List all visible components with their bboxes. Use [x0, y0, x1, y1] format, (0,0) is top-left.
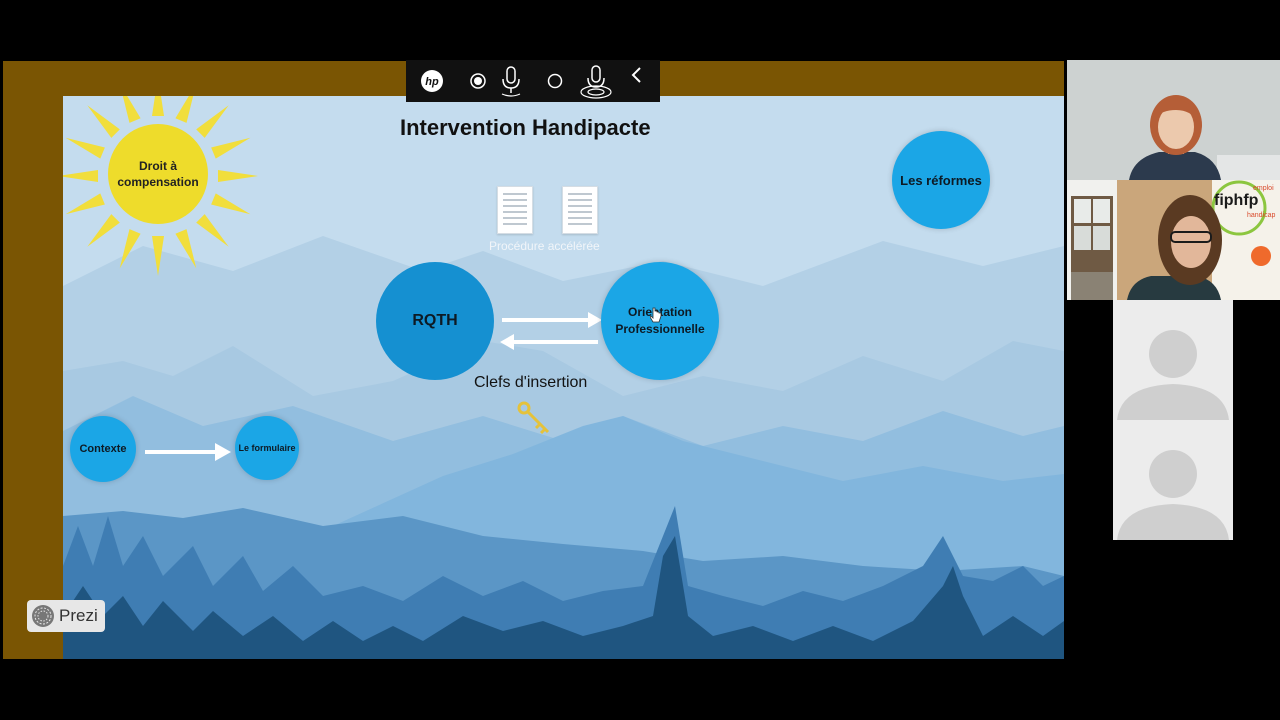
reformes-label: Les réformes: [900, 172, 982, 188]
orientation-label-line2: Professionnelle: [615, 322, 705, 336]
document-icon[interactable]: [497, 186, 533, 234]
record-dot-icon[interactable]: [466, 60, 490, 102]
fiphfp-logo-top: emploi: [1253, 185, 1274, 192]
hp-logo-icon: hp: [418, 60, 446, 102]
presentation-frame: Intervention Handipacte Droit à compensa…: [3, 61, 1064, 659]
participant-video-tile[interactable]: [1113, 300, 1233, 420]
rqth-node[interactable]: RQTH: [376, 262, 494, 380]
sun-label-line2: compensation: [117, 175, 199, 189]
right-arrow-icon: [145, 443, 231, 461]
droit-compensation-node[interactable]: Droit à compensation: [108, 124, 208, 224]
hp-logo-text: hp: [425, 76, 439, 88]
procedure-label: Procédure accélérée: [489, 239, 600, 253]
chevron-left-icon[interactable]: [626, 54, 646, 96]
participant-video-feed: [1067, 60, 1280, 180]
prezi-slide: Intervention Handipacte Droit à compensa…: [63, 96, 1064, 659]
circle-outline-icon[interactable]: [544, 60, 566, 102]
participant-video-tile[interactable]: emploi fiphfp handicap: [1067, 180, 1280, 300]
slide-title: Intervention Handipacte: [400, 115, 651, 140]
microphone-icon[interactable]: [498, 60, 524, 102]
avatar-placeholder-icon: [1117, 450, 1229, 540]
avatar-placeholder-icon: [1117, 330, 1229, 420]
double-arrow-icon: [500, 312, 602, 350]
recording-toolbar: hp: [406, 60, 660, 102]
contexte-node[interactable]: Contexte: [70, 416, 136, 482]
fiphfp-logo: fiphfp: [1214, 192, 1259, 209]
formulaire-label: Le formulaire: [238, 443, 296, 453]
participant-video-tile[interactable]: [1113, 420, 1233, 540]
prezi-logo-icon: [32, 605, 54, 627]
prezi-badge[interactable]: Prezi: [27, 600, 105, 632]
microphone-broadcast-icon[interactable]: [578, 60, 614, 102]
formulaire-node[interactable]: Le formulaire: [235, 416, 299, 480]
rqth-label: RQTH: [412, 312, 458, 329]
sun-label-line1: Droit à: [138, 158, 177, 173]
participant-video-tile[interactable]: [1067, 60, 1280, 180]
clefs-insertion-label: Clefs d'insertion: [474, 374, 588, 391]
document-icon[interactable]: [562, 186, 598, 234]
contexte-label: Contexte: [79, 443, 127, 455]
mouse-cursor-icon: [650, 307, 662, 323]
fiphfp-logo-bottom: handicap: [1247, 212, 1276, 219]
reformes-node[interactable]: Les réformes: [892, 131, 990, 229]
key-icon[interactable]: [517, 401, 553, 437]
prezi-label: Prezi: [59, 606, 98, 625]
